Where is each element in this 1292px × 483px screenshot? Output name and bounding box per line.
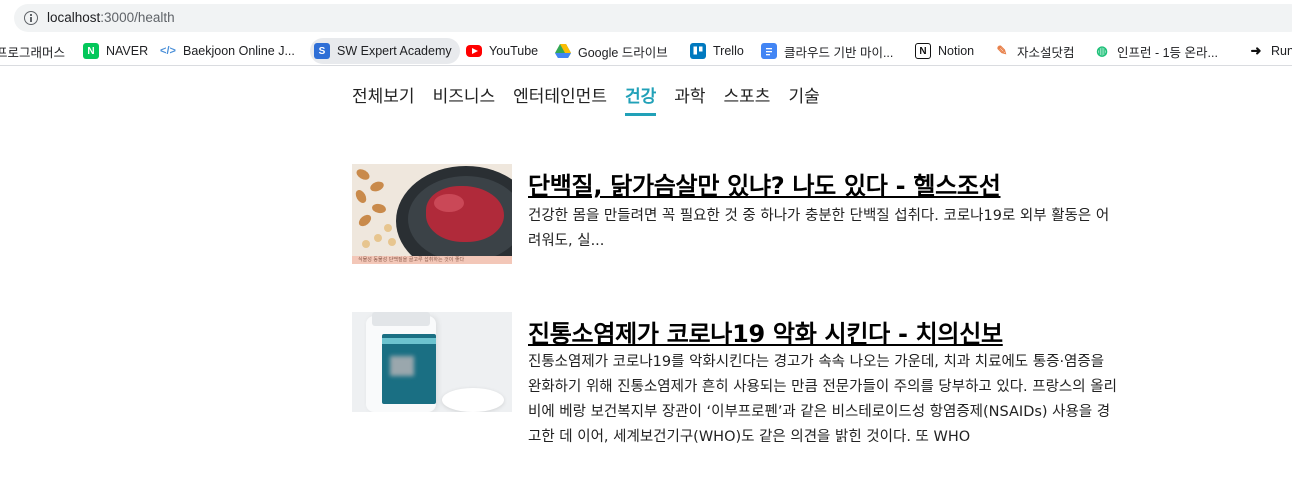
bookmark-google-drive[interactable]: Google 드라이브 — [555, 38, 668, 64]
article-description: 건강한 몸을 만들려면 꼭 필요한 것 중 하나가 충분한 단백질 섭취다. 코… — [528, 208, 1110, 249]
bookmark-label: Baekjoon Online J... — [183, 44, 295, 58]
thumbnail-caption: 식물성 동물성 단백질을 골고루 섭취하는 것이 좋다 — [358, 257, 465, 263]
bookmark-label: 자소설닷컴 — [1017, 45, 1075, 60]
bookmark-label: Run — [1271, 44, 1292, 58]
bookmark-label: NAVER — [106, 44, 149, 58]
tab-all[interactable]: 전체보기 — [352, 84, 415, 116]
bookmark-programmers[interactable]: 프로그래머스 — [0, 38, 65, 64]
tab-health[interactable]: 건강 — [624, 84, 657, 116]
article-thumbnail[interactable]: 식물성 동물성 단백질을 골고루 섭취하는 것이 좋다 — [352, 164, 512, 264]
bookmark-cloud-docs[interactable]: 클라우드 기반 마이... — [761, 38, 893, 64]
swea-icon: S — [314, 43, 330, 59]
google-drive-icon — [555, 43, 571, 59]
article-title[interactable]: 단백질, 닭가슴살만 있냐? 나도 있다 - 헬스조선 — [528, 166, 1001, 201]
article-item: 식물성 동물성 단백질을 골고루 섭취하는 것이 좋다 단백질, 닭가슴살만 있… — [352, 164, 1122, 264]
bookmark-swea[interactable]: S SW Expert Academy — [310, 38, 460, 64]
address-bar-row: localhost:3000/health — [0, 0, 1292, 36]
arrow-icon: ➜ — [1250, 43, 1262, 58]
inflearn-icon: ◍ — [1096, 43, 1108, 58]
bookmark-notion[interactable]: N Notion — [915, 38, 974, 64]
bookmark-label: Google 드라이브 — [578, 45, 668, 60]
tab-entertainment[interactable]: 엔터테인먼트 — [513, 84, 607, 116]
tab-technology[interactable]: 기술 — [788, 84, 819, 116]
docs-icon — [761, 43, 777, 59]
bookmark-label: 프로그래머스 — [0, 45, 66, 60]
youtube-icon — [466, 45, 482, 57]
site-info-icon[interactable] — [24, 11, 38, 25]
article-thumbnail[interactable] — [352, 312, 512, 412]
bookmark-jasoseol[interactable]: ✎ 자소설닷컴 — [994, 38, 1075, 64]
trello-icon — [690, 43, 706, 59]
notion-icon: N — [915, 43, 931, 59]
bookmark-run[interactable]: ➜ Run — [1248, 38, 1292, 64]
naver-icon: N — [83, 43, 99, 59]
bookmark-label: Trello — [713, 44, 744, 58]
article-title[interactable]: 진통소염제가 코로나19 악화 시킨다 - 치의신보 — [528, 314, 1003, 349]
bookmark-naver[interactable]: N NAVER — [83, 38, 148, 64]
address-bar[interactable]: localhost:3000/health — [14, 4, 1292, 32]
tab-science[interactable]: 과학 — [674, 84, 705, 116]
tab-sports[interactable]: 스포츠 — [724, 84, 771, 116]
bookmark-baekjoon[interactable]: </> Baekjoon Online J... — [160, 38, 295, 64]
article-item: 진통소염제가 코로나19 악화 시킨다 - 치의신보 진통소염제가 코로나19를… — [352, 312, 1122, 482]
bookmark-trello[interactable]: Trello — [690, 38, 744, 64]
bookmark-label: YouTube — [489, 44, 539, 58]
bookmark-label: 인프런 - 1등 온라... — [1117, 45, 1218, 60]
code-icon: </> — [160, 45, 176, 57]
category-nav: 전체보기 비즈니스 엔터테인먼트 건강 과학 스포츠 기술 — [352, 84, 838, 116]
bookmark-label: Notion — [938, 44, 975, 58]
bookmark-inflearn[interactable]: ◍ 인프런 - 1등 온라... — [1094, 38, 1218, 64]
article-description: 진통소염제가 코로나19를 악화시킨다는 경고가 속속 나오는 가운데, 치과 … — [528, 354, 1117, 445]
bookmark-label: 클라우드 기반 마이... — [784, 45, 894, 60]
tab-business[interactable]: 비즈니스 — [433, 84, 496, 116]
bookmark-label: SW Expert Academy — [337, 44, 452, 58]
url-text[interactable]: localhost:3000/health — [47, 10, 175, 25]
bookmark-youtube[interactable]: YouTube — [466, 38, 538, 64]
pencil-icon: ✎ — [996, 43, 1008, 58]
bookmarks-bar: 프로그래머스 N NAVER </> Baekjoon Online J... … — [0, 36, 1292, 66]
